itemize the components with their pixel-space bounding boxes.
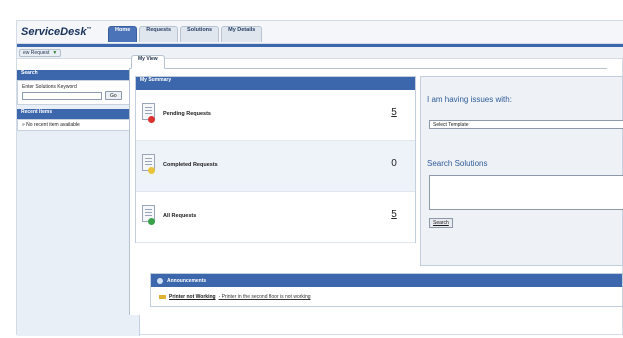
completed-status-icon <box>148 167 155 174</box>
search-label: Enter Solutions Keyword <box>22 84 77 90</box>
announcements-panel: Announcements Printer not Working - Prin… <box>150 273 623 307</box>
all-requests-label: All Requests <box>163 213 197 219</box>
flag-icon <box>159 295 166 299</box>
summary-header: My Summary <box>136 77 415 90</box>
pending-status-icon <box>148 116 155 123</box>
completed-requests-count: 0 <box>391 158 397 169</box>
announcements-header: Announcements <box>151 274 622 287</box>
solutions-keyword-input[interactable] <box>22 91 102 100</box>
search-button[interactable]: Search <box>429 218 453 228</box>
tab-requests[interactable]: Requests <box>139 26 179 42</box>
recent-items-panel: » No recent item available <box>17 119 139 131</box>
header: ServiceDesk™ Home Requests Solutions My … <box>17 21 623 44</box>
announcement-description[interactable]: - Printer in the second floor is not wor… <box>219 287 311 307</box>
all-status-icon <box>148 218 155 225</box>
tab-home[interactable]: Home <box>108 26 138 42</box>
template-select[interactable]: Select Template <box>429 120 623 129</box>
tab-my-details[interactable]: My Details <box>221 26 263 42</box>
new-request-button[interactable]: ew Request ▼ <box>19 49 62 57</box>
search-panel: Enter Solutions Keyword Go <box>17 80 139 105</box>
app-logo: ServiceDesk™ <box>21 26 92 38</box>
announcement-item[interactable]: Printer not Working - Printer in the sec… <box>151 287 622 307</box>
announcement-icon <box>157 277 163 284</box>
pending-requests-row[interactable]: Pending Requests 5 <box>136 90 415 141</box>
announcements-title: Announcements <box>167 277 207 284</box>
all-requests-row[interactable]: All Requests 5 <box>136 192 415 243</box>
announcement-title[interactable]: Printer not Working <box>169 287 216 307</box>
search-solutions-title: Search Solutions <box>427 159 488 168</box>
new-request-label: ew Request <box>23 50 50 56</box>
pending-requests-count[interactable]: 5 <box>384 107 404 118</box>
search-panel-header: Search <box>17 70 139 80</box>
tab-solutions[interactable]: Solutions <box>180 26 220 42</box>
issues-title: I am having issues with: <box>427 95 512 104</box>
search-panel-title: Search <box>21 70 38 76</box>
search-solutions-textarea[interactable] <box>429 175 623 210</box>
completed-requests-label: Completed Requests <box>163 162 218 168</box>
recent-items-header: Recent Items <box>17 109 139 119</box>
issues-panel: I am having issues with: Select Template… <box>420 76 623 266</box>
main-tabs: Home Requests Solutions My Details <box>108 26 263 42</box>
my-summary-panel: My Summary Pending Requests 5 Completed … <box>135 76 416 243</box>
tab-my-view[interactable]: My View <box>131 55 165 69</box>
chevron-down-icon: ▼ <box>52 50 58 56</box>
recent-items-empty: No recent item available <box>26 122 80 128</box>
toolbar: ew Request ▼ <box>17 47 623 59</box>
completed-requests-row[interactable]: Completed Requests 0 <box>136 141 415 192</box>
go-button[interactable]: Go <box>105 91 122 100</box>
bullet-icon: » <box>22 122 25 128</box>
sidebar: Search Enter Solutions Keyword Go Recent… <box>17 70 140 336</box>
all-requests-count[interactable]: 5 <box>384 209 404 220</box>
recent-items-title: Recent Items <box>21 109 53 115</box>
pending-requests-label: Pending Requests <box>163 111 211 117</box>
